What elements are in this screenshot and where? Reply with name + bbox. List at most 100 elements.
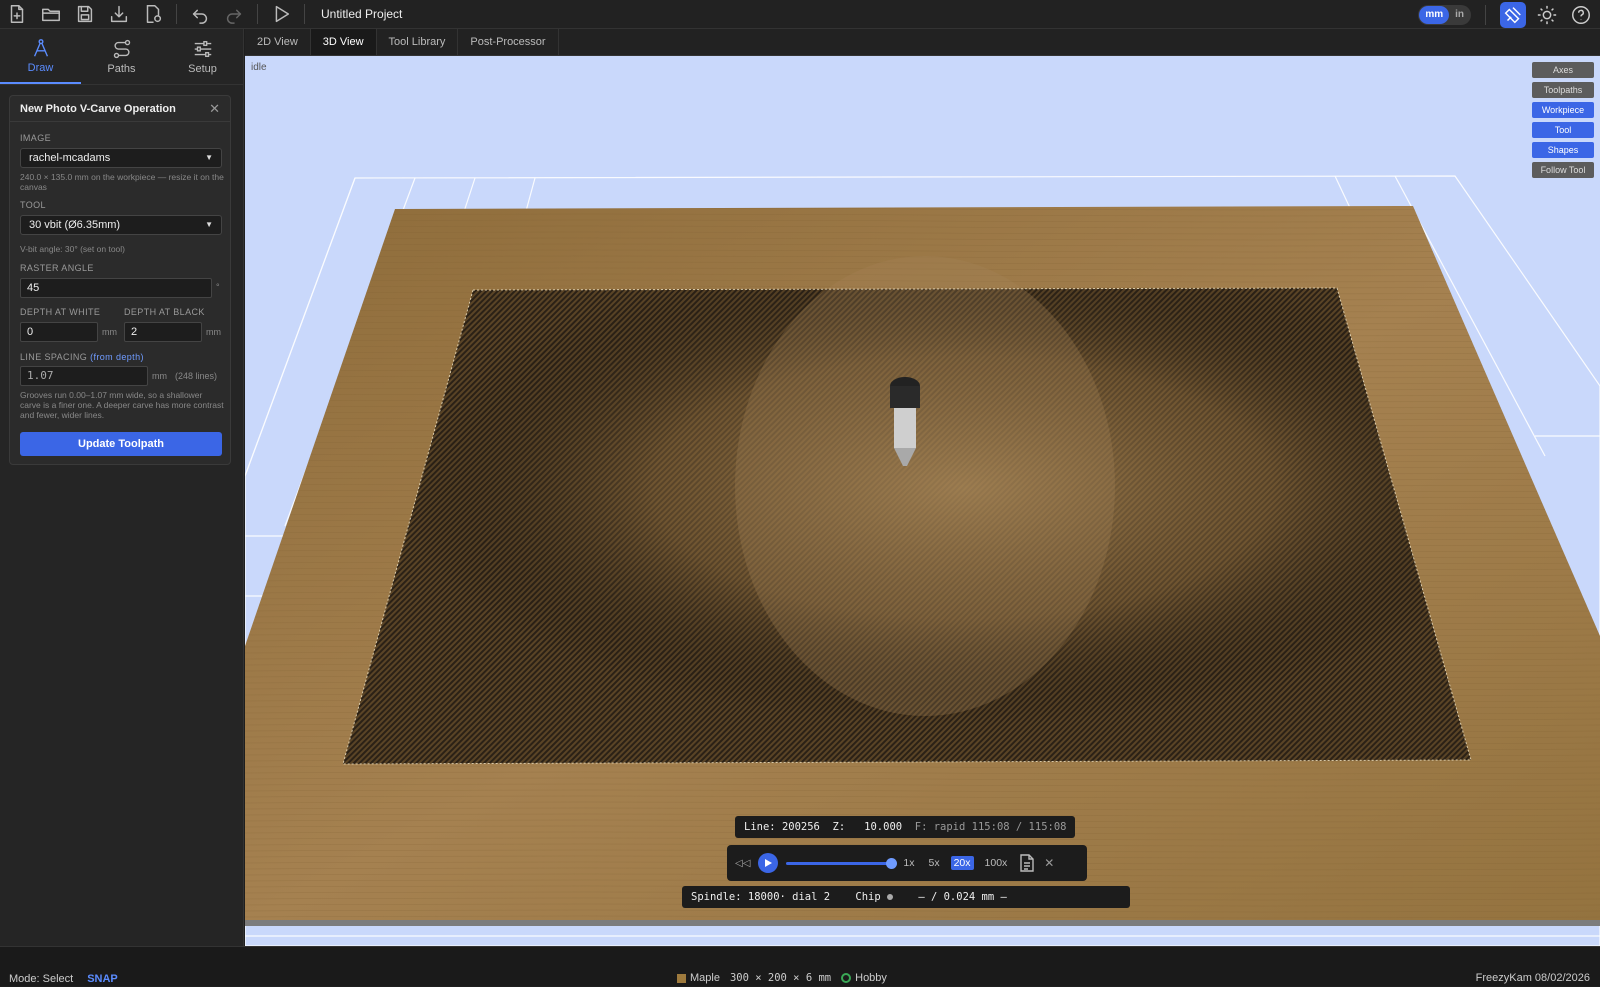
line-count: (248 lines) bbox=[175, 371, 218, 381]
line-spacing-unit: mm bbox=[152, 371, 167, 381]
stock-dimensions: 300 × 200 × 6 mm bbox=[729, 972, 832, 984]
machine-status-icon bbox=[841, 973, 852, 984]
mode-tab-setup[interactable]: Setup bbox=[162, 29, 243, 84]
snap-toggle[interactable]: SNAP bbox=[87, 973, 118, 985]
viewport-status: idle bbox=[251, 62, 267, 73]
theme-sun-icon[interactable] bbox=[1534, 2, 1560, 28]
degree-unit: ° bbox=[216, 282, 220, 292]
depth-white-label: DEPTH AT WHITE bbox=[20, 307, 101, 317]
unit-mm-option[interactable]: mm bbox=[1419, 5, 1450, 24]
compass-icon bbox=[33, 39, 48, 57]
mm-unit: mm bbox=[102, 327, 117, 337]
line-spacing-label-text: LINE SPACING bbox=[20, 352, 88, 362]
toggle-toolpaths-button[interactable]: Toolpaths bbox=[1532, 82, 1594, 98]
play-button[interactable] bbox=[758, 853, 779, 873]
raster-angle-label: RASTER ANGLE bbox=[20, 263, 94, 273]
material-swatch-icon bbox=[677, 973, 686, 983]
download-icon[interactable] bbox=[102, 0, 136, 29]
open-folder-icon[interactable] bbox=[34, 0, 68, 29]
rewind-icon[interactable]: ◁◁ bbox=[735, 858, 750, 869]
chevron-down-icon: ▼ bbox=[205, 153, 213, 162]
redo-icon[interactable] bbox=[217, 0, 251, 29]
spindle-label: Spindle: bbox=[691, 891, 742, 903]
run-icon[interactable] bbox=[264, 0, 298, 29]
toggle-axes-button[interactable]: Axes bbox=[1532, 62, 1594, 78]
toolbar-divider bbox=[1485, 4, 1486, 25]
speed-100x[interactable]: 100x bbox=[982, 856, 1011, 870]
chip-label: Chip bbox=[855, 891, 881, 903]
scene-canvas[interactable] bbox=[245, 56, 1600, 946]
status-bar: Mode: Select SNAP Maple 300 × 200 × 6 mm… bbox=[0, 946, 1600, 986]
viewport-layer-toggles: Axes Toolpaths Workpiece Tool Shapes Fol… bbox=[1532, 62, 1594, 178]
material-info[interactable]: Maple bbox=[677, 972, 720, 984]
follow-tool-button[interactable]: Follow Tool bbox=[1532, 162, 1594, 178]
mode-tab-label: Draw bbox=[27, 62, 54, 74]
mode-tab-draw[interactable]: Draw bbox=[0, 29, 81, 84]
operation-title: New Photo V-Carve Operation bbox=[20, 102, 176, 115]
feed-readout: F: rapid bbox=[914, 821, 966, 833]
machine-profile[interactable]: Hobby bbox=[841, 972, 887, 984]
chip-value: — / 0.024 mm — bbox=[918, 891, 1007, 903]
status-left: Mode: Select SNAP bbox=[9, 947, 118, 987]
tab-tool-library[interactable]: Tool Library bbox=[377, 29, 459, 55]
progress-slider[interactable] bbox=[786, 857, 898, 869]
file-settings-icon[interactable] bbox=[136, 0, 170, 29]
toolbar-divider bbox=[257, 4, 258, 24]
project-title[interactable]: Untitled Project bbox=[321, 7, 402, 21]
3d-viewport[interactable]: idle Axes Toolpaths Workpiece Tool Shape… bbox=[245, 56, 1600, 946]
app-logo-icon[interactable] bbox=[1500, 1, 1526, 28]
time-readout: 115:08 / 115:08 bbox=[971, 821, 1067, 833]
carved-photo-raster bbox=[342, 256, 1472, 765]
update-toolpath-button[interactable]: Update Toolpath bbox=[20, 432, 222, 456]
image-hint: 240.0 × 135.0 mm on the workpiece — resi… bbox=[20, 172, 224, 192]
play-icon bbox=[765, 859, 773, 867]
slider-handle[interactable] bbox=[886, 857, 898, 869]
mode-tab-label: Setup bbox=[188, 63, 217, 75]
undo-icon[interactable] bbox=[183, 0, 217, 29]
from-depth-link[interactable]: (from depth) bbox=[90, 352, 144, 362]
unit-toggle[interactable]: mm in bbox=[1418, 4, 1471, 25]
line-value: 200256 bbox=[781, 821, 820, 833]
tool-select[interactable]: 30 vbit (Ø6.35mm) ▼ bbox=[20, 215, 222, 235]
tab-2d-view[interactable]: 2D View bbox=[245, 29, 311, 55]
image-label: IMAGE bbox=[20, 133, 52, 143]
status-material: Maple 300 × 200 × 6 mm Hobby bbox=[677, 972, 887, 984]
tool-select-value: 30 vbit (Ø6.35mm) bbox=[29, 219, 121, 231]
toggle-workpiece-button[interactable]: Workpiece bbox=[1532, 102, 1594, 118]
speed-1x[interactable]: 1x bbox=[900, 856, 917, 870]
document-icon[interactable] bbox=[1018, 853, 1036, 873]
image-select[interactable]: rachel-mcadams ▼ bbox=[20, 148, 222, 168]
toolbar-divider bbox=[304, 4, 305, 24]
left-panel: Draw Paths Setup New Photo V-Carve Opera… bbox=[0, 29, 244, 946]
tab-post-processor[interactable]: Post-Processor bbox=[458, 29, 559, 55]
raster-angle-input[interactable]: 45 bbox=[20, 278, 212, 298]
speed-20x[interactable]: 20x bbox=[950, 856, 974, 870]
mode-tab-paths[interactable]: Paths bbox=[81, 29, 162, 84]
line-spacing-label: LINE SPACING (from depth) bbox=[20, 352, 144, 362]
line-spacing-hint: Grooves run 0.00–1.07 mm wide, so a shal… bbox=[20, 390, 224, 420]
image-select-value: rachel-mcadams bbox=[29, 152, 111, 164]
chevron-down-icon: ▼ bbox=[205, 220, 213, 229]
top-toolbar: Untitled Project mm in bbox=[0, 0, 1600, 29]
toolbar-divider bbox=[176, 4, 177, 24]
spindle-value: 18000 bbox=[747, 891, 780, 903]
line-spacing-input[interactable]: 1.07 bbox=[20, 366, 148, 386]
material-name: Maple bbox=[690, 972, 720, 984]
top-right-controls: mm in bbox=[1418, 0, 1600, 29]
depth-black-label: DEPTH AT BLACK bbox=[124, 307, 205, 317]
new-file-icon[interactable] bbox=[0, 0, 34, 29]
unit-in-option[interactable]: in bbox=[1449, 6, 1470, 24]
line-label: Line: bbox=[744, 821, 776, 833]
save-icon[interactable] bbox=[68, 0, 102, 29]
toggle-shapes-button[interactable]: Shapes bbox=[1532, 142, 1594, 158]
mode-tabs: Draw Paths Setup bbox=[0, 29, 243, 85]
close-icon[interactable]: ✕ bbox=[209, 101, 220, 117]
depth-white-input[interactable]: 0 bbox=[20, 322, 98, 342]
toggle-tool-button[interactable]: Tool bbox=[1532, 122, 1594, 138]
tab-3d-view[interactable]: 3D View bbox=[310, 29, 377, 55]
depth-black-input[interactable]: 2 bbox=[124, 322, 202, 342]
close-icon[interactable]: ✕ bbox=[1044, 856, 1054, 870]
speed-5x[interactable]: 5x bbox=[925, 856, 942, 870]
mm-unit: mm bbox=[206, 327, 221, 337]
help-icon[interactable] bbox=[1568, 2, 1594, 28]
